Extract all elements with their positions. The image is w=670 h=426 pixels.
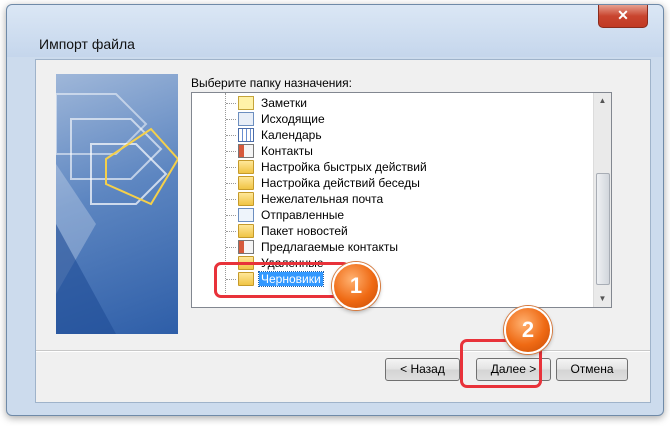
tree-item-label: Календарь xyxy=(261,128,322,142)
folder-icon xyxy=(238,224,254,238)
import-file-dialog: Импорт файла ✕ Выберите папку назначения… xyxy=(6,4,664,416)
sent-icon xyxy=(238,208,254,222)
tree-item-label: Исходящие xyxy=(261,112,325,126)
title-bar: Импорт файла ✕ xyxy=(7,5,663,57)
wizard-arrows-graphic xyxy=(56,93,178,334)
scroll-thumb[interactable] xyxy=(596,173,610,285)
scroll-up-icon[interactable]: ▲ xyxy=(594,93,611,109)
tree-item-news-feed[interactable]: Пакет новостей xyxy=(226,223,350,239)
drafts-callout-frame xyxy=(214,262,350,298)
folder-icon xyxy=(238,160,254,174)
calendar-icon xyxy=(238,128,254,142)
tree-item-sent[interactable]: Отправленные xyxy=(226,207,346,223)
contacts-icon xyxy=(238,144,254,158)
dialog-body: Выберите папку назначения: Заметки Исход… xyxy=(35,59,651,403)
contacts-icon xyxy=(238,240,254,254)
tree-item-suggested-contacts[interactable]: Предлагаемые контакты xyxy=(226,239,400,255)
wizard-banner-image xyxy=(56,74,178,334)
step-badge-1: 1 xyxy=(332,262,380,310)
tree-item-notes[interactable]: Заметки xyxy=(226,95,309,111)
folder-icon xyxy=(238,192,254,206)
close-button[interactable]: ✕ xyxy=(598,5,648,28)
tree-item-label: Настройка быстрых действий xyxy=(261,160,427,174)
tree-item-quick-steps-settings[interactable]: Настройка быстрых действий xyxy=(226,159,429,175)
tree-item-calendar[interactable]: Календарь xyxy=(226,127,324,143)
tree-item-junk-mail[interactable]: Нежелательная почта xyxy=(226,191,385,207)
note-icon xyxy=(238,96,254,110)
outbox-icon xyxy=(238,112,254,126)
tree-item-label: Отправленные xyxy=(261,208,345,222)
scroll-down-icon[interactable]: ▼ xyxy=(594,291,611,307)
tree-item-label: Контакты xyxy=(261,144,313,158)
button-separator xyxy=(36,350,650,352)
tree-item-conversation-settings[interactable]: Настройка действий беседы xyxy=(226,175,422,191)
destination-prompt: Выберите папку назначения: xyxy=(191,76,352,90)
folder-icon xyxy=(238,176,254,190)
window-title: Импорт файла xyxy=(39,36,135,52)
tree-item-contacts[interactable]: Контакты xyxy=(226,143,315,159)
tree-item-label: Предлагаемые контакты xyxy=(261,240,398,254)
tree-item-label: Пакет новостей xyxy=(261,224,348,238)
step-badge-2: 2 xyxy=(504,306,552,354)
vertical-scrollbar[interactable]: ▲ ▼ xyxy=(593,93,611,307)
back-button[interactable]: < Назад xyxy=(385,358,460,381)
close-icon: ✕ xyxy=(617,7,629,23)
tree-item-label: Заметки xyxy=(261,96,307,110)
tree-item-label: Настройка действий беседы xyxy=(261,176,420,190)
tree-item-outbox[interactable]: Исходящие xyxy=(226,111,327,127)
tree-item-label: Нежелательная почта xyxy=(261,192,384,206)
cancel-button[interactable]: Отмена xyxy=(556,358,628,381)
